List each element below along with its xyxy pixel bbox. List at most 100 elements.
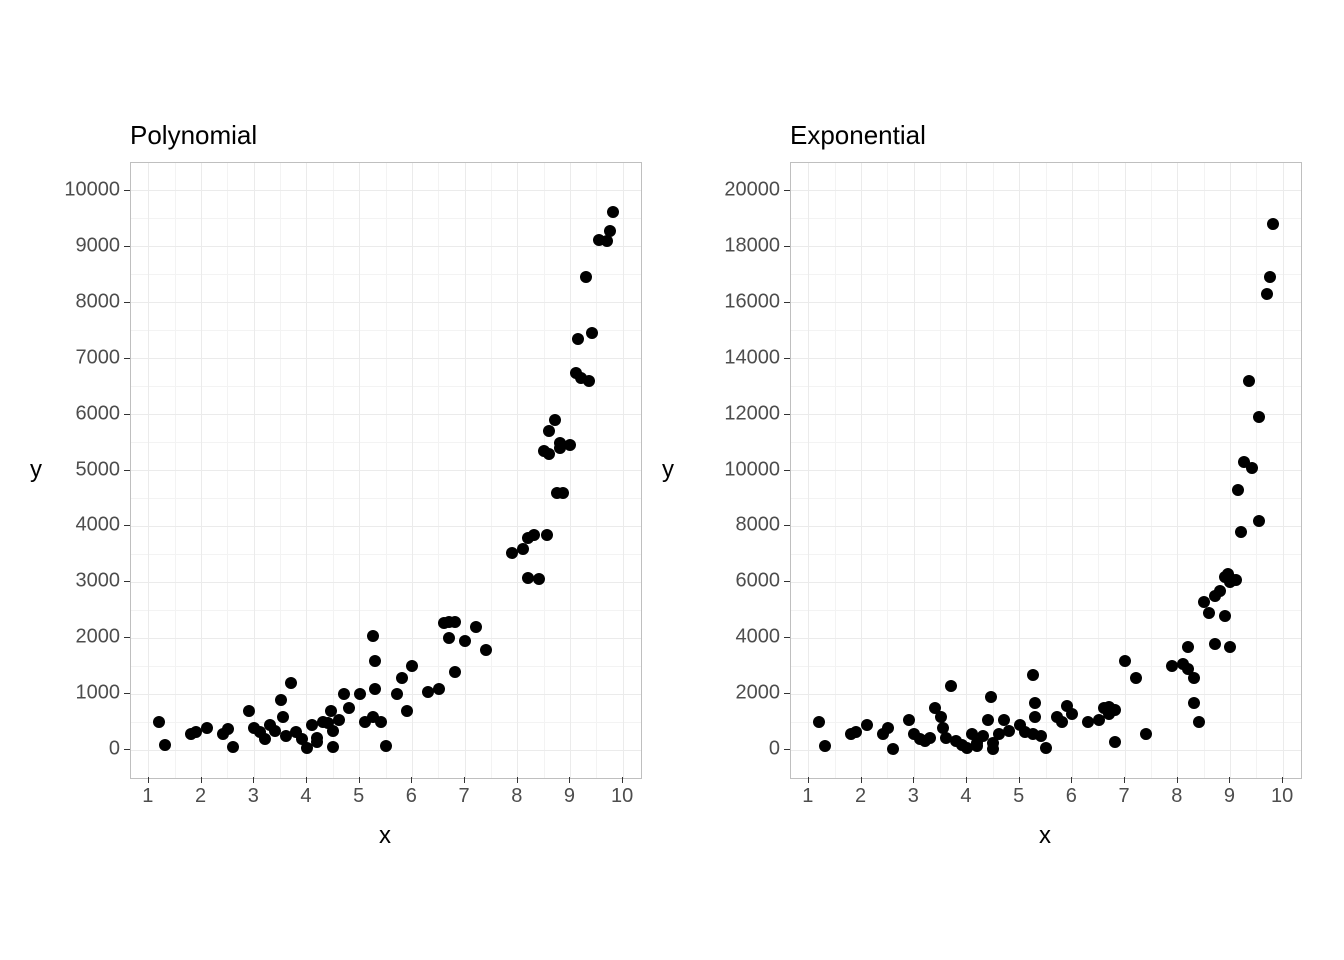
data-point <box>549 414 561 426</box>
y-tick-mark <box>124 190 130 191</box>
x-tick-mark <box>569 777 570 783</box>
grid-line-horizontal-minor <box>131 386 641 387</box>
data-point <box>987 743 999 755</box>
y-tick-mark <box>124 302 130 303</box>
data-point <box>327 725 339 737</box>
grid-line-horizontal <box>131 582 641 583</box>
y-tick-mark <box>784 470 790 471</box>
y-tick-mark <box>784 525 790 526</box>
y-tick-mark <box>124 414 130 415</box>
x-tick-label: 4 <box>960 785 971 808</box>
grid-line-horizontal <box>791 358 1301 359</box>
data-point <box>607 206 619 218</box>
x-tick-label: 3 <box>248 785 259 808</box>
x-tick-mark <box>464 777 465 783</box>
grid-line-horizontal-minor <box>791 386 1301 387</box>
data-point <box>528 529 540 541</box>
y-tick-label: 7000 <box>76 346 121 369</box>
grid-line-horizontal-minor <box>791 330 1301 331</box>
grid-line-horizontal <box>791 526 1301 527</box>
x-tick-mark <box>359 777 360 783</box>
x-tick-label: 2 <box>195 785 206 808</box>
data-point <box>1224 641 1236 653</box>
data-point <box>367 630 379 642</box>
data-point <box>243 705 255 717</box>
x-tick-mark <box>1124 777 1125 783</box>
data-point <box>1243 375 1255 387</box>
grid-line-horizontal <box>791 470 1301 471</box>
grid-line-horizontal-minor <box>791 666 1301 667</box>
y-tick-mark <box>784 414 790 415</box>
y-tick-mark <box>784 246 790 247</box>
y-tick-label: 6000 <box>736 570 781 593</box>
x-tick-mark <box>201 777 202 783</box>
y-tick-mark <box>124 470 130 471</box>
data-point <box>1035 730 1047 742</box>
data-point <box>533 573 545 585</box>
y-tick-label: 10000 <box>64 178 120 201</box>
data-point <box>443 632 455 644</box>
data-point <box>343 702 355 714</box>
data-point <box>369 655 381 667</box>
x-tick-label: 9 <box>1224 785 1235 808</box>
y-tick-label: 4000 <box>736 626 781 649</box>
x-tick-label: 5 <box>1013 785 1024 808</box>
x-tick-mark <box>306 777 307 783</box>
data-point <box>1219 610 1231 622</box>
data-point <box>517 543 529 555</box>
x-tick-label: 9 <box>564 785 575 808</box>
y-tick-mark <box>784 302 790 303</box>
y-tick-label: 5000 <box>76 458 121 481</box>
polynomial-title: Polynomial <box>130 120 257 151</box>
data-point <box>470 621 482 633</box>
polynomial-x-axis-label: x <box>379 822 391 850</box>
y-tick-label: 16000 <box>724 290 780 313</box>
x-tick-label: 3 <box>908 785 919 808</box>
grid-line-horizontal-minor <box>791 554 1301 555</box>
x-tick-mark <box>966 777 967 783</box>
polynomial-plot-area <box>130 162 642 779</box>
y-tick-label: 14000 <box>724 346 780 369</box>
data-point <box>819 740 831 752</box>
data-point <box>1109 704 1121 716</box>
x-tick-mark <box>148 777 149 783</box>
data-point <box>1230 574 1242 586</box>
x-tick-label: 10 <box>611 785 633 808</box>
data-point <box>1029 711 1041 723</box>
x-tick-mark <box>861 777 862 783</box>
data-point <box>396 672 408 684</box>
data-point <box>586 327 598 339</box>
x-tick-mark <box>1071 777 1072 783</box>
x-tick-mark <box>913 777 914 783</box>
grid-line-horizontal <box>131 470 641 471</box>
data-point <box>259 733 271 745</box>
grid-line-horizontal-minor <box>131 554 641 555</box>
y-tick-mark <box>784 693 790 694</box>
x-tick-label: 5 <box>353 785 364 808</box>
data-point <box>564 439 576 451</box>
y-tick-label: 10000 <box>724 458 780 481</box>
data-point <box>1209 638 1221 650</box>
y-tick-mark <box>124 581 130 582</box>
y-tick-label: 12000 <box>724 402 780 425</box>
y-tick-label: 20000 <box>724 178 780 201</box>
data-point <box>391 688 403 700</box>
y-tick-label: 2000 <box>76 626 121 649</box>
data-point <box>903 714 915 726</box>
data-point <box>1040 742 1052 754</box>
data-point <box>882 722 894 734</box>
data-point <box>1109 736 1121 748</box>
data-point <box>935 711 947 723</box>
y-tick-label: 1000 <box>76 682 121 705</box>
data-point <box>1267 218 1279 230</box>
data-point <box>850 726 862 738</box>
data-point <box>459 635 471 647</box>
grid-line-horizontal <box>131 358 641 359</box>
figure-canvas: Polynomial x y Exponential x y 123456789… <box>0 0 1344 960</box>
data-point <box>222 723 234 735</box>
data-point <box>1027 669 1039 681</box>
exponential-title: Exponential <box>790 120 926 151</box>
data-point <box>449 666 461 678</box>
y-tick-label: 4000 <box>76 514 121 537</box>
data-point <box>557 487 569 499</box>
